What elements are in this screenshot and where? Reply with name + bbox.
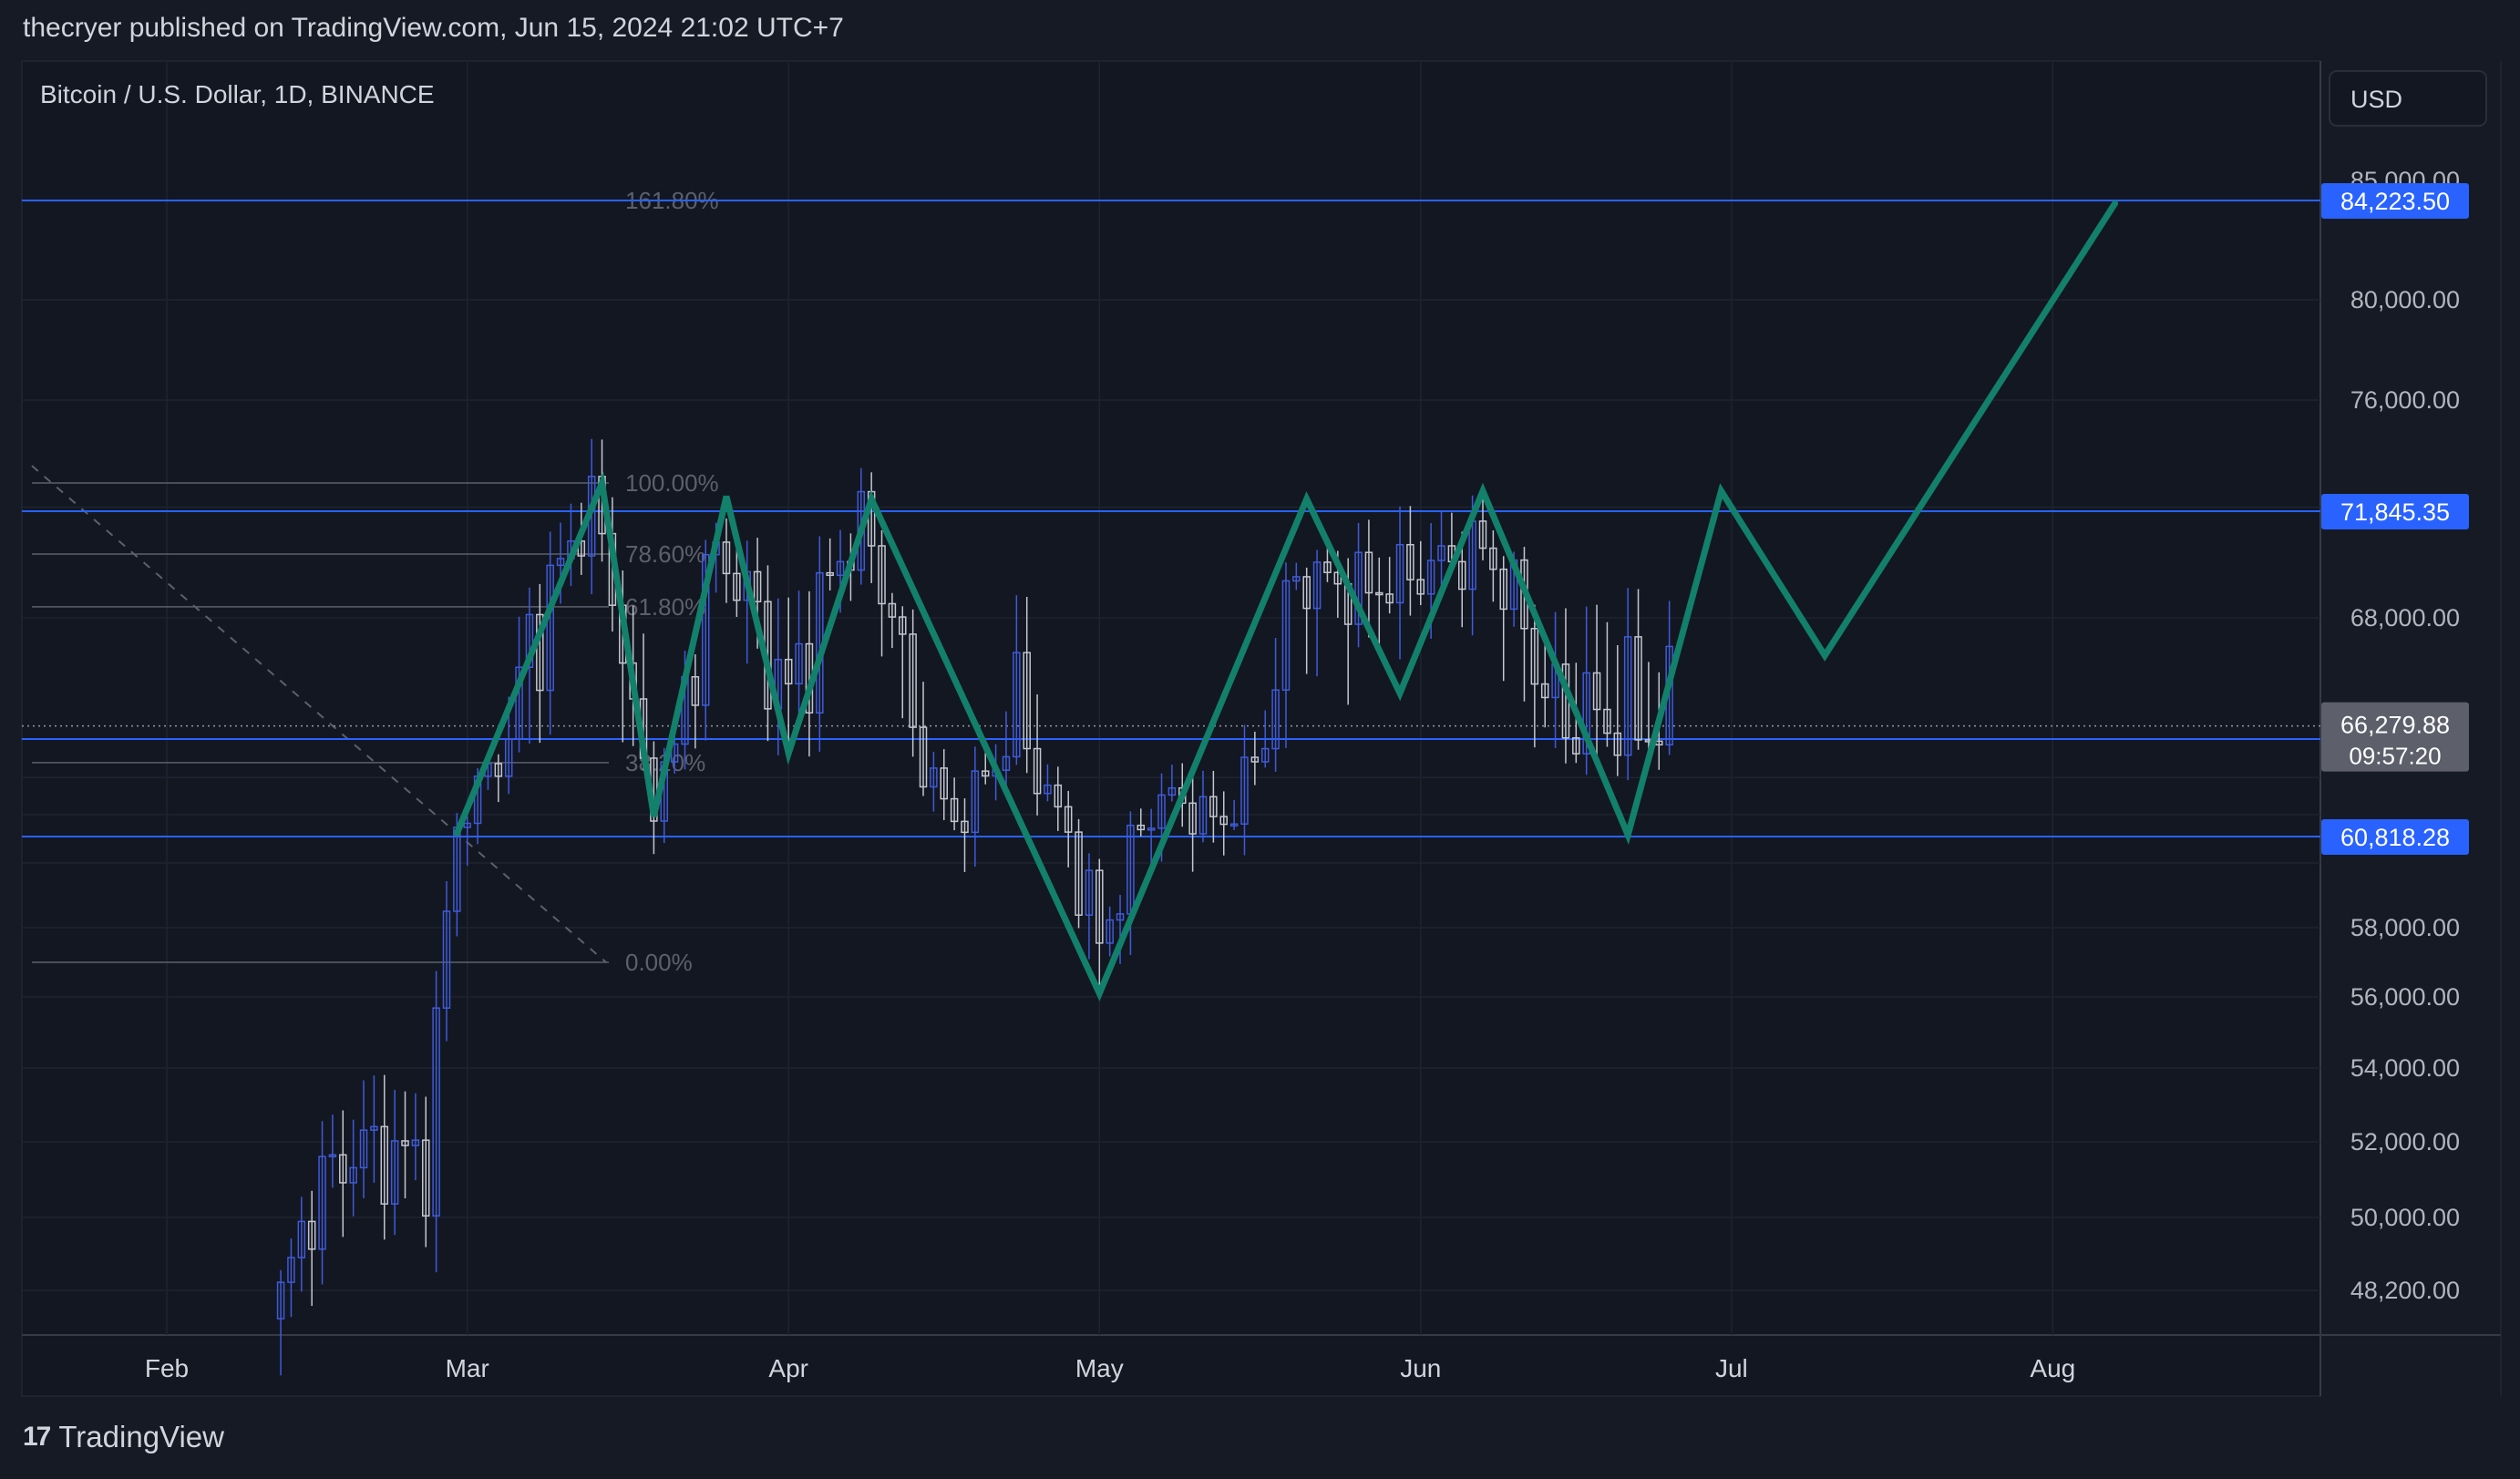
last-price-label: 66,279.88 [2340, 712, 2450, 739]
price-tick-label: 76,000.00 [2350, 386, 2460, 414]
price-tag-label: 71,845.35 [2340, 498, 2450, 526]
price-tick-label: 68,000.00 [2350, 604, 2460, 632]
symbol-title: Bitcoin / U.S. Dollar, 1D, BINANCE [40, 80, 435, 108]
fib-level-label: 78.60% [625, 540, 705, 568]
price-tag-label: 60,818.28 [2340, 824, 2450, 851]
chart-frame [21, 60, 2502, 1397]
plot-area [21, 60, 2321, 1397]
time-tick-label: Feb [145, 1354, 189, 1382]
price-tick-label: 50,000.00 [2350, 1204, 2460, 1231]
time-tick-label: Aug [2030, 1354, 2075, 1382]
countdown-label: 09:57:20 [2349, 743, 2441, 770]
price-tick-label: 80,000.00 [2350, 286, 2460, 313]
fib-level-label: 100.00% [625, 469, 719, 497]
currency-button[interactable]: USD [2329, 70, 2487, 127]
price-tag-label: 84,223.50 [2340, 188, 2450, 215]
currency-label: USD [2350, 86, 2402, 113]
price-tick-label: 58,000.00 [2350, 914, 2460, 941]
time-tick-label: Apr [768, 1354, 808, 1382]
time-tick-label: Jun [1400, 1354, 1441, 1382]
fib-level-label: 0.00% [625, 949, 693, 976]
tradingview-logo[interactable]: 17 TradingView [23, 1420, 224, 1454]
price-tick-label: 52,000.00 [2350, 1128, 2460, 1155]
tradingview-icon: 17 [23, 1422, 51, 1452]
fib-level-label: 61.80% [625, 593, 705, 621]
time-tick-label: May [1075, 1354, 1124, 1382]
time-tick-label: Mar [446, 1354, 489, 1382]
price-tick-label: 56,000.00 [2350, 983, 2460, 1011]
chart-svg[interactable]: 161.80%100.00%78.60%61.80%38.20%0.00% 85… [0, 0, 2520, 1479]
price-tick-label: 54,000.00 [2350, 1054, 2460, 1082]
price-tick-label: 48,200.00 [2350, 1277, 2460, 1304]
time-tick-label: Jul [1715, 1354, 1748, 1382]
brand-label: TradingView [58, 1420, 224, 1453]
